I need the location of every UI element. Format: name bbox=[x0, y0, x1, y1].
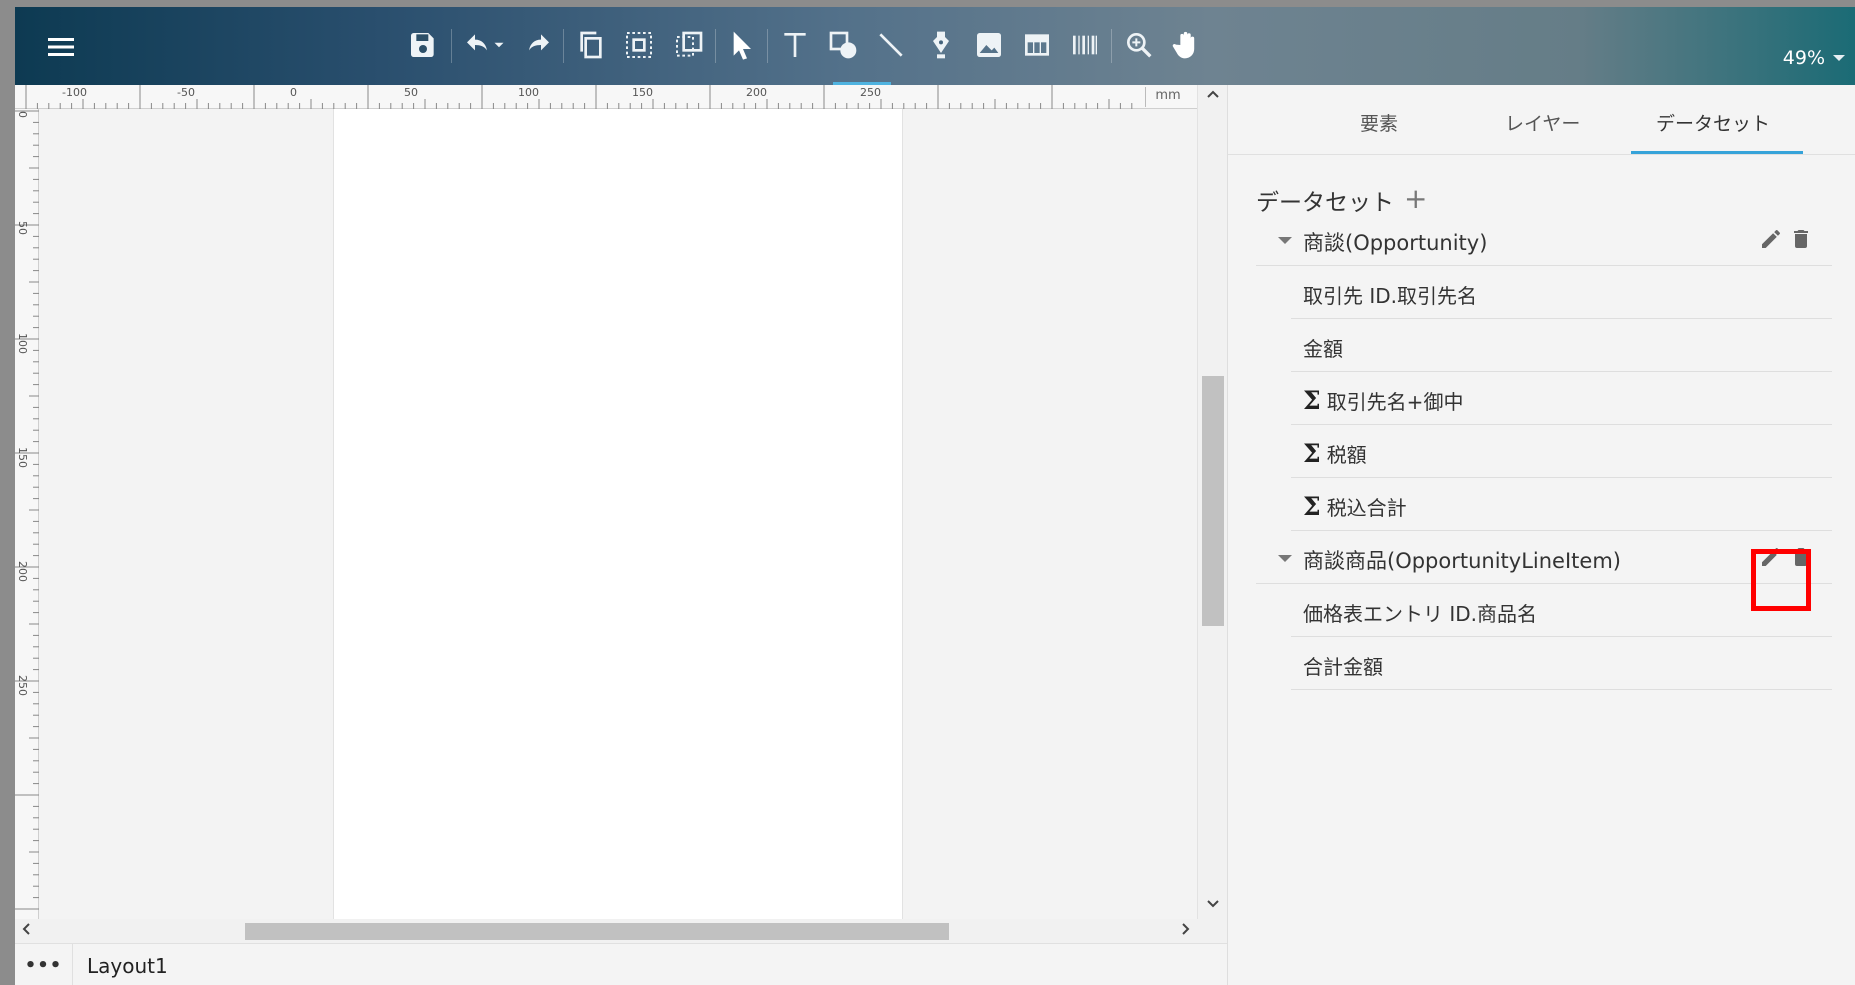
pen-tool-icon[interactable] bbox=[921, 25, 961, 65]
group-icon[interactable] bbox=[669, 25, 709, 65]
image-tool-icon[interactable] bbox=[969, 25, 1009, 65]
ruler-label: -50 bbox=[177, 86, 195, 99]
dataset-field-label: Σ 取引先名+御中 bbox=[1303, 386, 1463, 415]
dataset-group-name: 商談(Opportunity) bbox=[1303, 231, 1488, 255]
barcode-tool-icon[interactable] bbox=[1065, 25, 1105, 65]
ruler-label: 200 bbox=[746, 86, 767, 99]
dataset-field-label: 金額 bbox=[1303, 337, 1343, 361]
dataset-formula-row[interactable]: Σ 税額 bbox=[1291, 425, 1832, 478]
dataset-field-label: Σ 税額 bbox=[1303, 439, 1367, 468]
dataset-field-label: Σ 税込合計 bbox=[1303, 492, 1407, 521]
tab-layers[interactable]: レイヤー bbox=[1505, 109, 1580, 136]
dataset-header: データセット + bbox=[1256, 183, 1427, 217]
ruler-label: 50 bbox=[404, 86, 418, 99]
menu-icon[interactable] bbox=[41, 29, 81, 65]
horizontal-ruler: -100 -50 0 50 100 150 200 250 mm bbox=[15, 85, 1197, 109]
redo-icon[interactable] bbox=[517, 25, 557, 65]
text-tool-icon[interactable] bbox=[775, 25, 815, 65]
scroll-up-icon[interactable] bbox=[1206, 87, 1220, 105]
app-window: 49% -100 -50 0 50 100 150 200 250 mm 0 5… bbox=[15, 7, 1855, 985]
toolbar-separator bbox=[715, 29, 716, 63]
undo-dropdown-icon[interactable] bbox=[489, 25, 509, 65]
layout-page[interactable] bbox=[333, 109, 903, 919]
add-dataset-icon[interactable]: + bbox=[1404, 184, 1427, 212]
dataset-field-row[interactable]: 取引先 ID.取引先名 bbox=[1291, 266, 1832, 319]
formula-field-name: 取引先名+御中 bbox=[1326, 390, 1464, 414]
dataset-title: データセット bbox=[1256, 190, 1394, 216]
more-options-button[interactable]: ••• bbox=[15, 944, 73, 985]
delete-trash-icon[interactable] bbox=[1786, 224, 1816, 254]
dataset-formula-row[interactable]: Σ 取引先名+御中 bbox=[1291, 372, 1832, 425]
chevron-down-icon bbox=[1833, 55, 1845, 61]
dataset-field-label: 価格表エントリ ID.商品名 bbox=[1303, 602, 1538, 626]
pointer-icon[interactable] bbox=[723, 25, 763, 65]
ruler-label: 50 bbox=[16, 221, 29, 235]
shape-tool-icon[interactable] bbox=[823, 25, 863, 65]
tab-elements[interactable]: 要素 bbox=[1360, 109, 1398, 136]
ruler-label: 250 bbox=[16, 675, 29, 696]
active-tab-indicator bbox=[1631, 151, 1803, 154]
save-icon[interactable] bbox=[403, 25, 443, 65]
ruler-label: 150 bbox=[16, 447, 29, 468]
dataset-group-row[interactable]: 商談商品(OpportunityLineItem) bbox=[1256, 531, 1832, 584]
ruler-label: 150 bbox=[632, 86, 653, 99]
horizontal-scroll-thumb[interactable] bbox=[245, 923, 949, 940]
ruler-label: 0 bbox=[16, 111, 29, 118]
ruler-label: 100 bbox=[518, 86, 539, 99]
copy-icon[interactable] bbox=[571, 25, 611, 65]
vertical-scroll-thumb[interactable] bbox=[1202, 376, 1224, 626]
toolbar-separator bbox=[1111, 29, 1112, 63]
scroll-down-icon[interactable] bbox=[1206, 897, 1220, 915]
layout-tab[interactable]: Layout1 bbox=[87, 954, 168, 978]
dataset-field-row[interactable]: 金額 bbox=[1291, 319, 1832, 372]
sigma-icon: Σ bbox=[1303, 439, 1321, 468]
formula-field-name: 税込合計 bbox=[1326, 496, 1407, 520]
zoom-tool-icon[interactable] bbox=[1119, 25, 1159, 65]
zoom-level: 49% bbox=[1782, 47, 1825, 69]
edit-pencil-icon[interactable] bbox=[1756, 224, 1786, 254]
ruler-label: 0 bbox=[290, 86, 297, 99]
collapse-triangle-icon[interactable] bbox=[1278, 555, 1292, 562]
dataset-group-row[interactable]: 商談(Opportunity) bbox=[1256, 213, 1832, 266]
toolbar-separator bbox=[451, 29, 452, 63]
highlight-annotation bbox=[1751, 549, 1811, 611]
ruler-label: 200 bbox=[16, 561, 29, 582]
properties-panel: 要素 レイヤー データセット データセット + 商談(Opportunity) … bbox=[1227, 85, 1855, 985]
sigma-icon: Σ bbox=[1303, 386, 1321, 415]
tab-dataset[interactable]: データセット bbox=[1656, 109, 1770, 136]
scroll-right-icon[interactable] bbox=[1179, 922, 1193, 940]
bottom-bar: ••• Layout1 bbox=[15, 943, 1227, 985]
line-tool-icon[interactable] bbox=[871, 25, 911, 65]
vertical-ruler: 0 50 100 150 200 250 bbox=[15, 109, 39, 919]
top-toolbar: 49% bbox=[15, 7, 1855, 85]
dataset-group-name: 商談商品(OpportunityLineItem) bbox=[1303, 549, 1621, 573]
vertical-scrollbar[interactable] bbox=[1197, 85, 1227, 919]
panel-tabs: 要素 レイヤー データセット bbox=[1228, 85, 1855, 155]
dataset-field-row[interactable]: 合計金額 bbox=[1291, 637, 1832, 690]
dataset-formula-row[interactable]: Σ 税込合計 bbox=[1291, 478, 1832, 531]
canvas-area[interactable]: -100 -50 0 50 100 150 200 250 mm 0 50 10… bbox=[15, 85, 1227, 943]
zoom-dropdown[interactable]: 49% bbox=[1783, 47, 1845, 69]
scroll-left-icon[interactable] bbox=[19, 922, 33, 940]
ruler-unit: mm bbox=[1145, 87, 1190, 107]
formula-field-name: 税額 bbox=[1326, 443, 1367, 467]
pan-tool-icon[interactable] bbox=[1167, 25, 1207, 65]
sigma-icon: Σ bbox=[1303, 492, 1321, 521]
ruler-label: 100 bbox=[16, 333, 29, 354]
ruler-label: 250 bbox=[860, 86, 881, 99]
toolbar-separator bbox=[767, 29, 768, 63]
table-tool-icon[interactable] bbox=[1017, 25, 1057, 65]
collapse-triangle-icon[interactable] bbox=[1278, 237, 1292, 244]
dataset-field-label: 合計金額 bbox=[1303, 655, 1383, 679]
ruler-label: -100 bbox=[62, 86, 87, 99]
horizontal-scrollbar[interactable] bbox=[15, 919, 1227, 943]
dataset-field-label: 取引先 ID.取引先名 bbox=[1303, 284, 1478, 308]
toolbar-separator bbox=[563, 29, 564, 63]
select-all-icon[interactable] bbox=[619, 25, 659, 65]
